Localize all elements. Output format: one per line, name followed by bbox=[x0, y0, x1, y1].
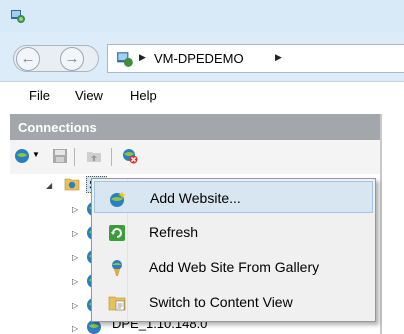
context-menu: Add Website... Refresh Add Web Site From… bbox=[91, 178, 376, 322]
add-website-menu-item[interactable]: Add Website... bbox=[94, 181, 373, 213]
forward-arrow-icon[interactable]: → bbox=[60, 47, 84, 71]
server-icon bbox=[117, 52, 133, 67]
breadcrumb-arrow-icon[interactable]: ▶ bbox=[275, 52, 282, 63]
content-pane bbox=[382, 109, 404, 334]
connections-header: Connections bbox=[10, 114, 380, 140]
connect-dropdown-icon[interactable]: ▼ bbox=[32, 150, 40, 159]
expand-arrow-icon[interactable]: ▷ bbox=[72, 205, 78, 214]
title-bar bbox=[0, 0, 404, 32]
add-from-gallery-menu-item[interactable]: Add Web Site From Gallery bbox=[94, 251, 373, 283]
back-arrow-icon[interactable]: ← bbox=[16, 47, 40, 71]
refresh-menu-item[interactable]: Refresh bbox=[94, 216, 373, 248]
collapse-arrow-icon[interactable]: ◢ bbox=[46, 181, 52, 190]
add-website-icon bbox=[110, 191, 126, 207]
connect-icon[interactable] bbox=[14, 148, 30, 164]
add-from-gallery-label: Add Web Site From Gallery bbox=[149, 259, 320, 275]
gallery-icon bbox=[112, 260, 122, 276]
switch-content-view-label: Switch to Content View bbox=[149, 294, 293, 310]
navigation-bar: ← → ▶ VM-DPEDEMO ▶ bbox=[0, 32, 404, 82]
toolbar-divider bbox=[111, 148, 112, 166]
refresh-label: Refresh bbox=[149, 224, 199, 240]
nav-buttons: ← → bbox=[13, 45, 99, 72]
breadcrumb-arrow-icon[interactable]: ▶ bbox=[139, 52, 146, 63]
sites-folder-icon[interactable] bbox=[64, 176, 80, 192]
disconnect-icon[interactable] bbox=[122, 148, 138, 164]
expand-arrow-icon[interactable]: ▷ bbox=[72, 324, 78, 333]
menu-help[interactable]: Help bbox=[130, 88, 157, 103]
expand-arrow-icon[interactable]: ▷ bbox=[72, 229, 78, 238]
menu-view[interactable]: View bbox=[75, 88, 103, 103]
switch-content-view-menu-item[interactable]: Switch to Content View bbox=[94, 286, 373, 318]
menu-file[interactable]: File bbox=[29, 88, 50, 103]
toolbar-divider bbox=[74, 148, 75, 166]
expand-arrow-icon[interactable]: ▷ bbox=[72, 277, 78, 286]
add-website-label: Add Website... bbox=[150, 190, 241, 206]
address-segment[interactable]: VM-DPEDEMO bbox=[154, 51, 244, 66]
connections-toolbar: ▼ bbox=[10, 140, 380, 174]
iis-manager-icon bbox=[11, 10, 25, 23]
save-icon[interactable] bbox=[52, 148, 68, 164]
expand-arrow-icon[interactable]: ▷ bbox=[72, 253, 78, 262]
content-view-icon bbox=[108, 296, 126, 311]
menu-bar: File View Help bbox=[0, 82, 404, 109]
expand-arrow-icon[interactable]: ▷ bbox=[72, 301, 78, 310]
address-bar[interactable]: ▶ VM-DPEDEMO ▶ bbox=[107, 44, 404, 73]
up-folder-icon[interactable] bbox=[86, 148, 102, 164]
refresh-icon bbox=[109, 225, 125, 241]
